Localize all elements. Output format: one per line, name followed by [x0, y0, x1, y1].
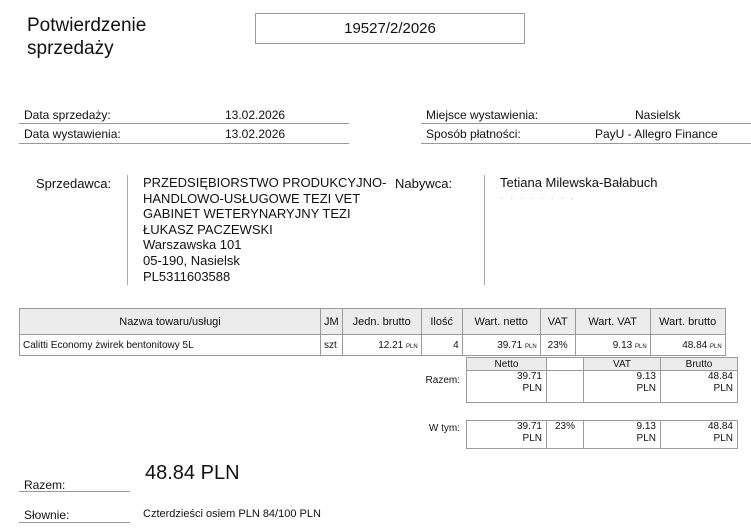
words-label: Słownie:: [24, 508, 70, 522]
summary-razem-label: Razem:: [425, 374, 460, 386]
item-unit: szt: [320, 334, 343, 356]
summary-net: 39.71 PLN: [466, 370, 547, 403]
sale-date-value: 13.02.2026: [225, 108, 286, 122]
header-gross: Wart. brutto: [649, 308, 726, 335]
item-name: Calitti Economy żwirek bentonitowy 5L: [19, 334, 321, 356]
document-number: 19527/2/2026: [255, 13, 525, 44]
title-line-2: sprzedaży: [27, 38, 114, 59]
issue-date-value: 13.02.2026: [225, 127, 286, 141]
total-label: Razem:: [24, 478, 66, 492]
seller-line: GABINET WETERYNARYJNY TEZI: [143, 206, 351, 222]
buyer-label: Nabywca:: [395, 176, 453, 191]
summary-header-gross: Brutto: [660, 357, 738, 371]
table-row: Calitti Economy żwirek bentonitowy 5L sz…: [19, 334, 726, 356]
seller-line: Warszawska 101: [143, 237, 242, 253]
seller-details: PRZEDSIĘBIORSTWO PRODUKCYJNO- HANDLOWO-U…: [143, 175, 393, 284]
seller-line: HANDLOWO-USŁUGOWE TEZI VET: [143, 190, 361, 206]
seller-line: PL5311603588: [143, 268, 231, 284]
wtym-net: 39.71 PLN: [466, 420, 547, 449]
buyer-name: Tetiana Milewska-Bałabuch: [500, 175, 658, 190]
buyer-divider: [484, 175, 485, 285]
header-unit: JM: [320, 308, 343, 335]
divider: [19, 491, 130, 492]
header-vat-rate: VAT: [539, 308, 576, 335]
wtym-rate: 23%: [546, 420, 584, 449]
item-vat: 9.13 PLN: [574, 334, 651, 356]
total-value: 48.84 PLN: [145, 462, 240, 484]
payment-label: Sposób płatności:: [426, 127, 521, 141]
item-vat-rate: 23%: [539, 334, 576, 356]
divider: [19, 522, 130, 523]
summary-gross: 48.84 PLN: [660, 370, 738, 403]
item-qty: 4: [420, 334, 463, 356]
divider: [19, 143, 349, 144]
header-qty: Ilość: [420, 308, 463, 335]
summary-header-net: Netto: [466, 357, 547, 371]
summary-table: Netto VAT Brutto Razem: 39.71 PLN 9.13 PLN…: [416, 357, 738, 403]
place-value: Nasielsk: [635, 108, 681, 122]
summary-vat: 9.13 PLN: [583, 370, 661, 403]
seller-label: Sprzedawca:: [36, 176, 112, 191]
header-unit-gross: Jedn. brutto: [341, 308, 422, 335]
header-net: Wart. netto: [461, 308, 541, 335]
title-line-1: Potwierdzenie: [27, 15, 147, 36]
divider: [421, 143, 751, 144]
seller-line: 05-190, Nasielsk: [143, 252, 240, 268]
wtym-vat: 9.13 PLN: [583, 420, 661, 449]
place-label: Miejsce wystawienia:: [426, 108, 539, 122]
wtym-gross: 48.84 PLN: [660, 420, 738, 449]
divider: [19, 123, 349, 124]
buyer-details: Tetiana Milewska-Bałabuch · · · · · · · …: [500, 175, 740, 206]
words-value: Czterdzieści osiem PLN 84/100 PLN: [143, 508, 321, 520]
item-gross: 48.84 PLN: [649, 334, 726, 356]
table-header-row: Nazwa towaru/usługi JM Jedn. brutto Iloś…: [19, 308, 726, 335]
issue-date-label: Data wystawienia:: [24, 127, 121, 141]
item-unit-gross: 12.21 PLN: [341, 334, 422, 356]
items-table: Nazwa towaru/usługi JM Jedn. brutto Iloś…: [19, 308, 726, 356]
item-net: 39.71 PLN: [461, 334, 541, 356]
seller-line: ŁUKASZ PACZEWSKI: [143, 221, 273, 237]
seller-divider: [127, 175, 128, 285]
document-title: Potwierdzenie sprzedaży: [27, 14, 247, 60]
summary-header-vat: VAT: [583, 357, 661, 371]
header-name: Nazwa towaru/usługi: [19, 308, 321, 335]
seller-line: PRZEDSIĘBIORSTWO PRODUKCYJNO-: [143, 175, 387, 190]
wtym-label: W tym:: [428, 422, 460, 434]
header-vat: Wart. VAT: [574, 308, 651, 335]
buyer-address-redacted: · · · · · · · ·: [500, 192, 577, 204]
sale-date-label: Data sprzedaży:: [24, 108, 111, 122]
divider: [421, 123, 751, 124]
payment-value: PayU - Allegro Finance: [595, 127, 718, 141]
vat-breakdown-table: W tym: 39.71 PLN 23% 9.13 PLN 48.84 PLN: [416, 420, 738, 449]
